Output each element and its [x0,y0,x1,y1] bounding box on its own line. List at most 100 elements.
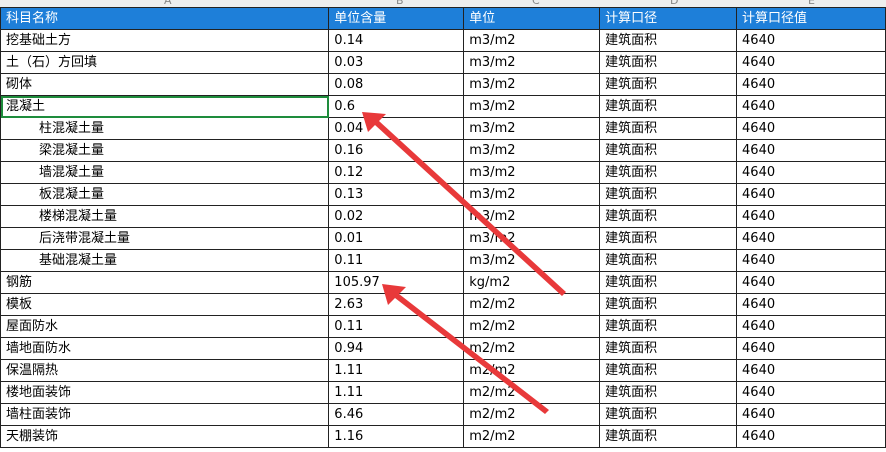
cell-unit[interactable]: m3/m2 [463,51,601,74]
cell-name[interactable]: 楼梯混凝土量 [0,205,330,228]
cell-unit[interactable]: m3/m2 [463,249,601,272]
cell-value[interactable]: 4640 [736,293,886,316]
cell-unit[interactable]: m2/m2 [463,381,601,404]
cell-value[interactable]: 4640 [736,95,886,118]
cell-unit[interactable]: m2/m2 [463,293,601,316]
cell-value[interactable]: 4640 [736,139,886,162]
cell-name[interactable]: 梁混凝土量 [0,139,330,162]
header-cell-basis[interactable]: 计算口径 [599,7,738,30]
cell-basis[interactable]: 建筑面积 [599,73,738,96]
cell-name[interactable]: 后浇带混凝土量 [0,227,330,250]
cell-basis[interactable]: 建筑面积 [599,227,738,250]
cell-unit[interactable]: m2/m2 [463,359,601,382]
column-letter-a[interactable]: A [164,0,172,7]
cell-basis[interactable]: 建筑面积 [599,293,738,316]
cell-qty[interactable]: 0.94 [328,337,465,360]
cell-basis[interactable]: 建筑面积 [599,381,738,404]
cell-qty[interactable]: 1.16 [328,425,465,448]
cell-name[interactable]: 板混凝土量 [0,183,330,206]
column-letter-e[interactable]: E [808,0,815,7]
cell-value[interactable]: 4640 [736,381,886,404]
cell-qty[interactable]: 0.02 [328,205,465,228]
cell-name[interactable]: 钢筋 [0,271,330,294]
cell-qty[interactable]: 2.63 [328,293,465,316]
cell-unit[interactable]: m3/m2 [463,161,601,184]
cell-value[interactable]: 4640 [736,359,886,382]
cell-qty[interactable]: 0.03 [328,51,465,74]
cell-unit[interactable]: m3/m2 [463,117,601,140]
cell-basis[interactable]: 建筑面积 [599,271,738,294]
cell-name[interactable]: 基础混凝土量 [0,249,330,272]
cell-qty[interactable]: 0.16 [328,139,465,162]
cell-unit[interactable]: m3/m2 [463,205,601,228]
cell-unit[interactable]: m2/m2 [463,425,601,448]
cell-name[interactable]: 土（石）方回填 [0,51,330,74]
cell-name[interactable]: 混凝土 [0,95,330,118]
cell-name[interactable]: 天棚装饰 [0,425,330,448]
cell-basis[interactable]: 建筑面积 [599,95,738,118]
header-cell-value[interactable]: 计算口径值 [736,7,886,30]
cell-unit[interactable]: m2/m2 [463,337,601,360]
cell-name[interactable]: 保温隔热 [0,359,330,382]
cell-name[interactable]: 模板 [0,293,330,316]
cell-qty[interactable]: 0.14 [328,29,465,52]
cell-name[interactable]: 楼地面装饰 [0,381,330,404]
cell-qty[interactable]: 0.13 [328,183,465,206]
cell-name[interactable]: 墙地面防水 [0,337,330,360]
cell-qty[interactable]: 1.11 [328,359,465,382]
cell-value[interactable]: 4640 [736,117,886,140]
cell-basis[interactable]: 建筑面积 [599,29,738,52]
column-letter-d[interactable]: D [670,0,678,7]
cell-unit[interactable]: m3/m2 [463,227,601,250]
cell-basis[interactable]: 建筑面积 [599,249,738,272]
cell-value[interactable]: 4640 [736,51,886,74]
cell-name[interactable]: 砌体 [0,73,330,96]
cell-basis[interactable]: 建筑面积 [599,183,738,206]
cell-value[interactable]: 4640 [736,205,886,228]
cell-value[interactable]: 4640 [736,425,886,448]
cell-basis[interactable]: 建筑面积 [599,139,738,162]
cell-basis[interactable]: 建筑面积 [599,117,738,140]
cell-basis[interactable]: 建筑面积 [599,205,738,228]
cell-qty[interactable]: 0.11 [328,315,465,338]
cell-unit[interactable]: m3/m2 [463,183,601,206]
column-letter-b[interactable]: B [396,0,404,7]
cell-qty[interactable]: 0.01 [328,227,465,250]
cell-value[interactable]: 4640 [736,249,886,272]
cell-unit[interactable]: m2/m2 [463,315,601,338]
cell-name[interactable]: 屋面防水 [0,315,330,338]
cell-qty[interactable]: 6.46 [328,403,465,426]
cell-value[interactable]: 4640 [736,271,886,294]
cell-name[interactable]: 柱混凝土量 [0,117,330,140]
cell-value[interactable]: 4640 [736,73,886,96]
header-cell-unit[interactable]: 单位 [463,7,601,30]
cell-unit[interactable]: m3/m2 [463,95,601,118]
cell-unit[interactable]: m2/m2 [463,403,601,426]
cell-qty[interactable]: 0.12 [328,161,465,184]
header-cell-name[interactable]: 科目名称 [0,7,330,30]
column-letter-c[interactable]: C [532,0,540,7]
cell-basis[interactable]: 建筑面积 [599,315,738,338]
header-cell-qty[interactable]: 单位含量 [328,7,465,30]
cell-name[interactable]: 墙混凝土量 [0,161,330,184]
cell-qty[interactable]: 0.08 [328,73,465,96]
cell-value[interactable]: 4640 [736,403,886,426]
cell-value[interactable]: 4640 [736,161,886,184]
cell-basis[interactable]: 建筑面积 [599,403,738,426]
cell-qty[interactable]: 0.11 [328,249,465,272]
cell-qty[interactable]: 0.6 [328,95,465,118]
cell-name[interactable]: 墙柱面装饰 [0,403,330,426]
cell-unit[interactable]: kg/m2 [463,271,601,294]
cell-value[interactable]: 4640 [736,183,886,206]
cell-value[interactable]: 4640 [736,337,886,360]
cell-basis[interactable]: 建筑面积 [599,51,738,74]
cell-name[interactable]: 挖基础土方 [0,29,330,52]
cell-basis[interactable]: 建筑面积 [599,337,738,360]
cell-basis[interactable]: 建筑面积 [599,425,738,448]
cell-qty[interactable]: 1.11 [328,381,465,404]
cell-unit[interactable]: m3/m2 [463,29,601,52]
cell-qty[interactable]: 0.04 [328,117,465,140]
cell-value[interactable]: 4640 [736,315,886,338]
cell-value[interactable]: 4640 [736,227,886,250]
cell-value[interactable]: 4640 [736,29,886,52]
